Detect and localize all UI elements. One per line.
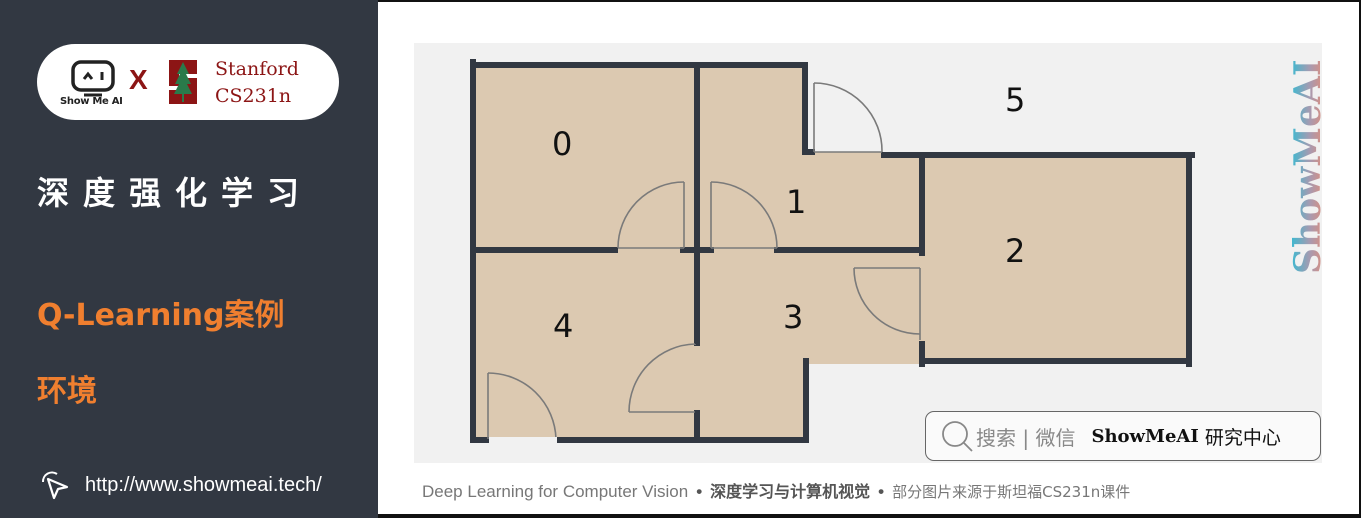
website-url[interactable]: http://www.showmeai.tech/ (85, 474, 322, 497)
showmeai-watermark: ShowMeAI (1288, 59, 1328, 274)
cursor-click-icon (42, 471, 69, 500)
search-icon (942, 421, 973, 452)
watermark-text: ShowMeAI (1288, 59, 1328, 274)
room-label-3: 3 (783, 298, 804, 336)
course-title: 深度强化学习 (37, 174, 314, 212)
footer-course-cn: 深度学习与计算机视觉 (710, 482, 871, 501)
door-gap-outside (489, 437, 557, 443)
floor-plan-drawing (470, 59, 1195, 443)
section-title: Q-Learning案例 (37, 298, 285, 333)
section-subtitle: 环境 (37, 374, 97, 409)
room-label-1: 1 (786, 183, 807, 221)
showmeai-logo-text: Show Me AI (60, 96, 123, 107)
collab-x: X (129, 64, 148, 95)
search-brand-suffix: 研究中心 (1204, 426, 1281, 449)
floor-plan: 0 1 2 3 4 5 (414, 43, 1322, 463)
room-label-2: 2 (1005, 232, 1026, 270)
room-3-area (697, 250, 922, 440)
stanford-course-label: Stanford CS231n (215, 56, 299, 110)
stanford-name: Stanford (215, 58, 299, 80)
bottom-border (378, 514, 1361, 518)
room-0-area (470, 62, 697, 250)
search-hint: 搜索 | 微信 (976, 425, 1076, 450)
website-link[interactable]: http://www.showmeai.tech/ (37, 468, 322, 502)
footer-separator: • (696, 482, 703, 501)
search-brand: ShowMeAI (1091, 425, 1199, 447)
stanford-tree-icon (169, 60, 197, 104)
wechat-search-box[interactable]: 搜索 | 微信 ShowMeAI 研究中心 (925, 411, 1321, 461)
room-2-area (922, 152, 1192, 364)
room-label-5: 5 (1005, 81, 1026, 119)
footer-caption: Deep Learning for Computer Vision • 深度学习与计… (422, 478, 1130, 502)
footer-separator: • (878, 482, 885, 501)
room-label-4: 4 (553, 307, 574, 345)
logo-banner: Show Me AI X Stanford CS231n (37, 44, 339, 120)
footer-source-note: 部分图片来源于斯坦福CS231n课件 (892, 483, 1131, 501)
footer-course-en: Deep Learning for Computer Vision (422, 482, 689, 501)
sidebar: Show Me AI X Stanford CS231n 深度强化学习 Q-Le… (0, 0, 378, 518)
door-1-5 (813, 82, 883, 153)
room-label-0: 0 (552, 125, 573, 163)
course-code: CS231n (215, 85, 292, 107)
